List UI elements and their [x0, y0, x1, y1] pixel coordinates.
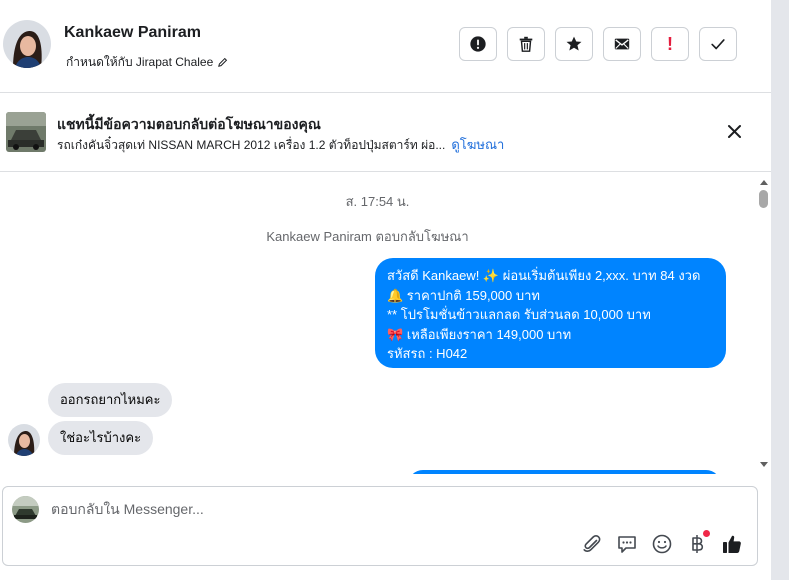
- payment-button[interactable]: [686, 530, 710, 555]
- notification-dot: [703, 530, 710, 537]
- message-line: สวัสดี Kankaew! ✨ ผ่อนเริ่มต้นเพียง 2,xx…: [387, 268, 701, 283]
- incoming-message-bubble[interactable]: ใช่อะไรบ้างคะ: [48, 421, 154, 455]
- exclamation-icon: !: [667, 33, 673, 54]
- contact-name: Kankaew Paniram: [64, 24, 201, 41]
- scroll-up-arrow-icon[interactable]: [760, 180, 768, 185]
- speech-bubble-icon: [616, 533, 638, 555]
- close-icon[interactable]: [726, 123, 743, 140]
- saved-replies-button[interactable]: [616, 533, 638, 555]
- conversation-header: Kankaew Paniram กำหนดให้กับ Jirapat Chal…: [0, 0, 771, 93]
- emoji-button[interactable]: [651, 533, 673, 555]
- delete-button[interactable]: [507, 27, 545, 61]
- ad-banner-title: แชทนี้มีข้อความตอบกลับต่อโฆษณาของคุณ: [57, 116, 321, 132]
- sender-avatar: [8, 424, 40, 456]
- message-thread[interactable]: ส. 17:54 น. Kankaew Paniram ตอบกลับโฆษณา…: [0, 172, 771, 474]
- scroll-down-arrow-icon[interactable]: [760, 462, 768, 467]
- message-line: 🔔 ราคาปกติ 159,000 บาท: [387, 287, 540, 303]
- contact-avatar[interactable]: [3, 20, 51, 68]
- composer-tools: [581, 530, 743, 555]
- thumbs-up-icon: [721, 533, 743, 555]
- like-button[interactable]: [721, 533, 743, 555]
- ad-thumbnail[interactable]: [6, 112, 46, 152]
- mark-unread-button[interactable]: [603, 27, 641, 61]
- smiley-icon: [651, 533, 673, 555]
- paperclip-icon: [581, 533, 603, 555]
- conversation-actions: !: [459, 27, 737, 61]
- message-line: 🎀 เหลือเพียงราคา 149,000 บาท: [387, 326, 572, 342]
- outgoing-message-bubble-partial[interactable]: [408, 470, 721, 474]
- check-icon: [709, 35, 727, 53]
- thread-scrollbar[interactable]: [757, 180, 771, 470]
- ad-reply-note: Kankaew Paniram ตอบกลับโฆษณา: [266, 229, 469, 244]
- trash-icon: [517, 35, 535, 53]
- assign-label: กำหนดให้กับ Jirapat Chalee: [66, 55, 214, 69]
- star-button[interactable]: [555, 27, 593, 61]
- ad-banner-description: รถเก๋งคันจิ๋วสุดเท่ NISSAN MARCH 2012 เค…: [57, 134, 504, 155]
- pencil-icon: [217, 57, 228, 68]
- message-line: รหัสรถ : H042: [387, 346, 468, 361]
- window-edge: [771, 0, 789, 580]
- ad-description-text: รถเก๋งคันจิ๋วสุดเท่ NISSAN MARCH 2012 เค…: [57, 138, 446, 152]
- messenger-conversation-panel: Kankaew Paniram กำหนดให้กับ Jirapat Chal…: [0, 0, 771, 580]
- view-ad-link[interactable]: ดูโฆษณา: [451, 137, 504, 152]
- star-icon: [565, 35, 583, 53]
- message-composer: [2, 486, 758, 566]
- important-button[interactable]: !: [651, 27, 689, 61]
- assign-to-link[interactable]: กำหนดให้กับ Jirapat Chalee: [66, 53, 228, 72]
- ad-reply-banner: แชทนี้มีข้อความตอบกลับต่อโฆษณาของคุณ รถเ…: [0, 93, 771, 172]
- incoming-message-bubble[interactable]: ออกรถยากไหมคะ: [48, 383, 173, 417]
- outgoing-message-bubble[interactable]: สวัสดี Kankaew! ✨ ผ่อนเริ่มต้นเพียง 2,xx…: [375, 258, 726, 368]
- message-timestamp: ส. 17:54 น.: [345, 194, 410, 209]
- attach-button[interactable]: [581, 533, 603, 555]
- message-line: ** โปรโมชั่นข้าวแลกลด รับส่วนลด 10,000 บ…: [387, 307, 651, 322]
- done-button[interactable]: [699, 27, 737, 61]
- envelope-icon: [613, 35, 631, 53]
- reply-input[interactable]: [51, 499, 551, 519]
- page-avatar: [12, 496, 39, 523]
- alert-circle-icon: [469, 35, 487, 53]
- scroll-thumb[interactable]: [759, 190, 768, 208]
- report-button[interactable]: [459, 27, 497, 61]
